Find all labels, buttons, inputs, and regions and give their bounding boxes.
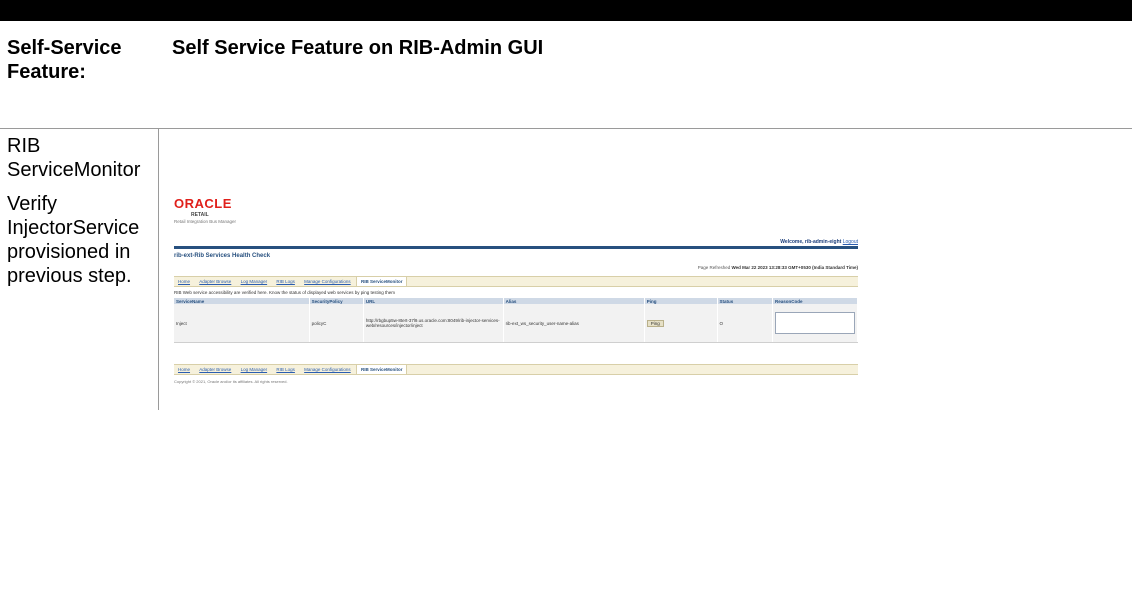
copyright-text: Copyright © 2021, Oracle and/or its affi… [174,379,288,384]
app-name: Retail Integration Bus Manager [174,219,237,224]
tab-adapter-browse-bottom[interactable]: Adapter Browse [195,365,235,374]
tab-rib-logs[interactable]: RIB Logs [272,277,299,286]
cell-status: O [717,304,774,343]
services-table: ServiceName SecurityPolicy URL Alias Pin… [174,298,858,343]
cell-service-name: Inject [174,304,310,343]
reason-code-field[interactable] [775,311,855,334]
welcome-text: Welcome, rib-admin-eight [780,239,842,245]
tab-bar-top: Home Adapter Browse Log Manager RIB Logs… [174,276,858,287]
tab-bar-bottom: Home Adapter Browse Log Manager RIB Logs… [174,364,858,375]
welcome-area: Welcome, rib-admin-eight Logout [780,239,858,245]
ping-button[interactable]: Ping [646,319,664,327]
column-divider [158,128,159,410]
retail-label: RETAIL [191,212,209,218]
cell-ping: Ping [644,304,718,343]
tab-home[interactable]: Home [174,277,194,286]
tab-rib-servicemonitor-bottom[interactable]: RIB ServiceMonitor [355,365,408,374]
tab-log-manager[interactable]: Log Manager [237,277,272,286]
brand-bar [174,246,858,249]
tab-rib-logs-bottom[interactable]: RIB Logs [272,365,299,374]
feature-description: Verify InjectorService provisioned in pr… [7,193,140,287]
page-refreshed: Page Refreshed Wed Mar 22 2023 13:28:33 … [698,265,858,270]
tab-rib-servicemonitor[interactable]: RIB ServiceMonitor [355,277,408,286]
page-title: rib-ext-Rib Services Health Check [174,253,271,259]
feature-name: RIB ServiceMonitor [7,135,141,181]
cell-url: http://rbgbup5w-8tert-37l9.us.oracle.com… [363,304,504,343]
oracle-logo: ORACLE [174,196,232,211]
table-top-border [0,0,1132,21]
tab-log-manager-bottom[interactable]: Log Manager [237,365,272,374]
page-description: RIB Web service accessibility are verifi… [174,290,396,295]
table-row: Inject policyC http://rbgbup5w-8tert-37l… [174,304,858,343]
embedded-screenshot: ORACLE RETAIL Retail Integration Bus Man… [170,195,862,400]
tab-manage-configurations[interactable]: Manage Configurations [300,277,355,286]
column-header-feature: Self-Service Feature: [7,37,122,83]
cell-reason-code [772,304,858,343]
tab-manage-configurations-bottom[interactable]: Manage Configurations [300,365,355,374]
tab-adapter-browse[interactable]: Adapter Browse [195,277,235,286]
feature-cell: RIB ServiceMonitor Verify InjectorServic… [7,134,155,298]
logout-link[interactable]: Logout [843,239,858,245]
header-divider [0,128,1132,129]
cell-security-policy: policyC [309,304,364,343]
refreshed-label: Page Refreshed [697,265,731,270]
tab-home-bottom[interactable]: Home [174,365,194,374]
cell-alias: rib-ext_ws_security_user-name-alias [503,304,645,343]
refreshed-value: Wed Mar 22 2023 13:28:33 GMT+0530 (India… [731,265,858,270]
column-header-description: Self Service Feature on RIB-Admin GUI [172,37,544,59]
